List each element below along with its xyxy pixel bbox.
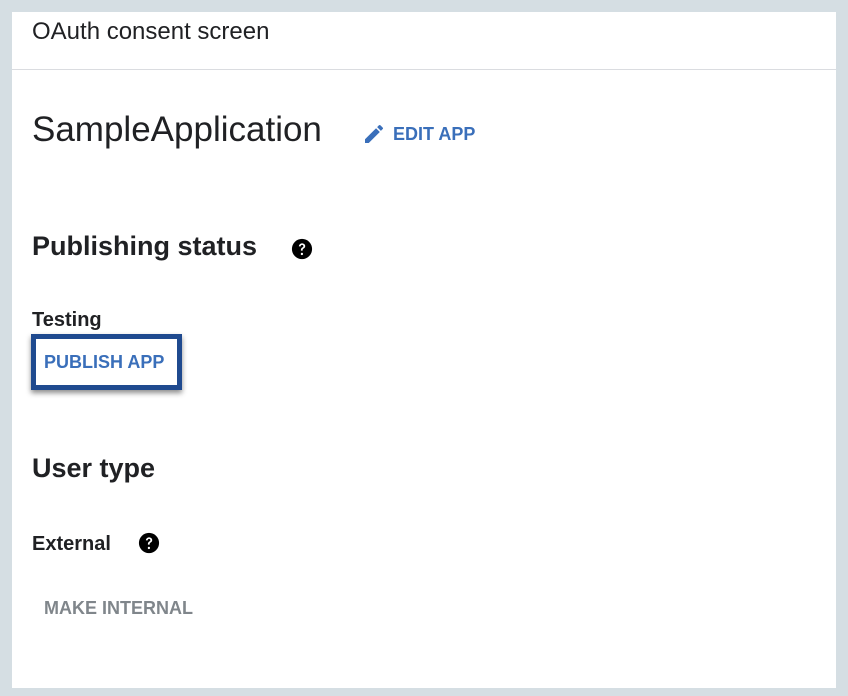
consent-screen-panel: OAuth consent screen SampleApplication E…	[12, 12, 836, 688]
make-internal-button[interactable]: MAKE INTERNAL	[44, 598, 193, 619]
publishing-status-title: Publishing status	[32, 231, 258, 261]
publish-app-highlight: PUBLISH APP	[31, 334, 182, 390]
pencil-icon	[365, 124, 384, 143]
help-circle-icon[interactable]	[291, 238, 313, 260]
edit-app-button[interactable]: EDIT APP	[362, 122, 475, 146]
user-type-value: External	[32, 533, 111, 555]
user-type-title: User type	[32, 453, 156, 483]
page-title: OAuth consent screen	[32, 18, 270, 45]
publishing-status-value: Testing	[32, 309, 102, 331]
edit-app-label: EDIT APP	[393, 123, 476, 144]
publish-app-button[interactable]: PUBLISH APP	[36, 339, 177, 385]
page-header: OAuth consent screen	[12, 12, 836, 70]
app-name: SampleApplication	[32, 110, 322, 149]
help-circle-icon[interactable]	[138, 532, 160, 554]
